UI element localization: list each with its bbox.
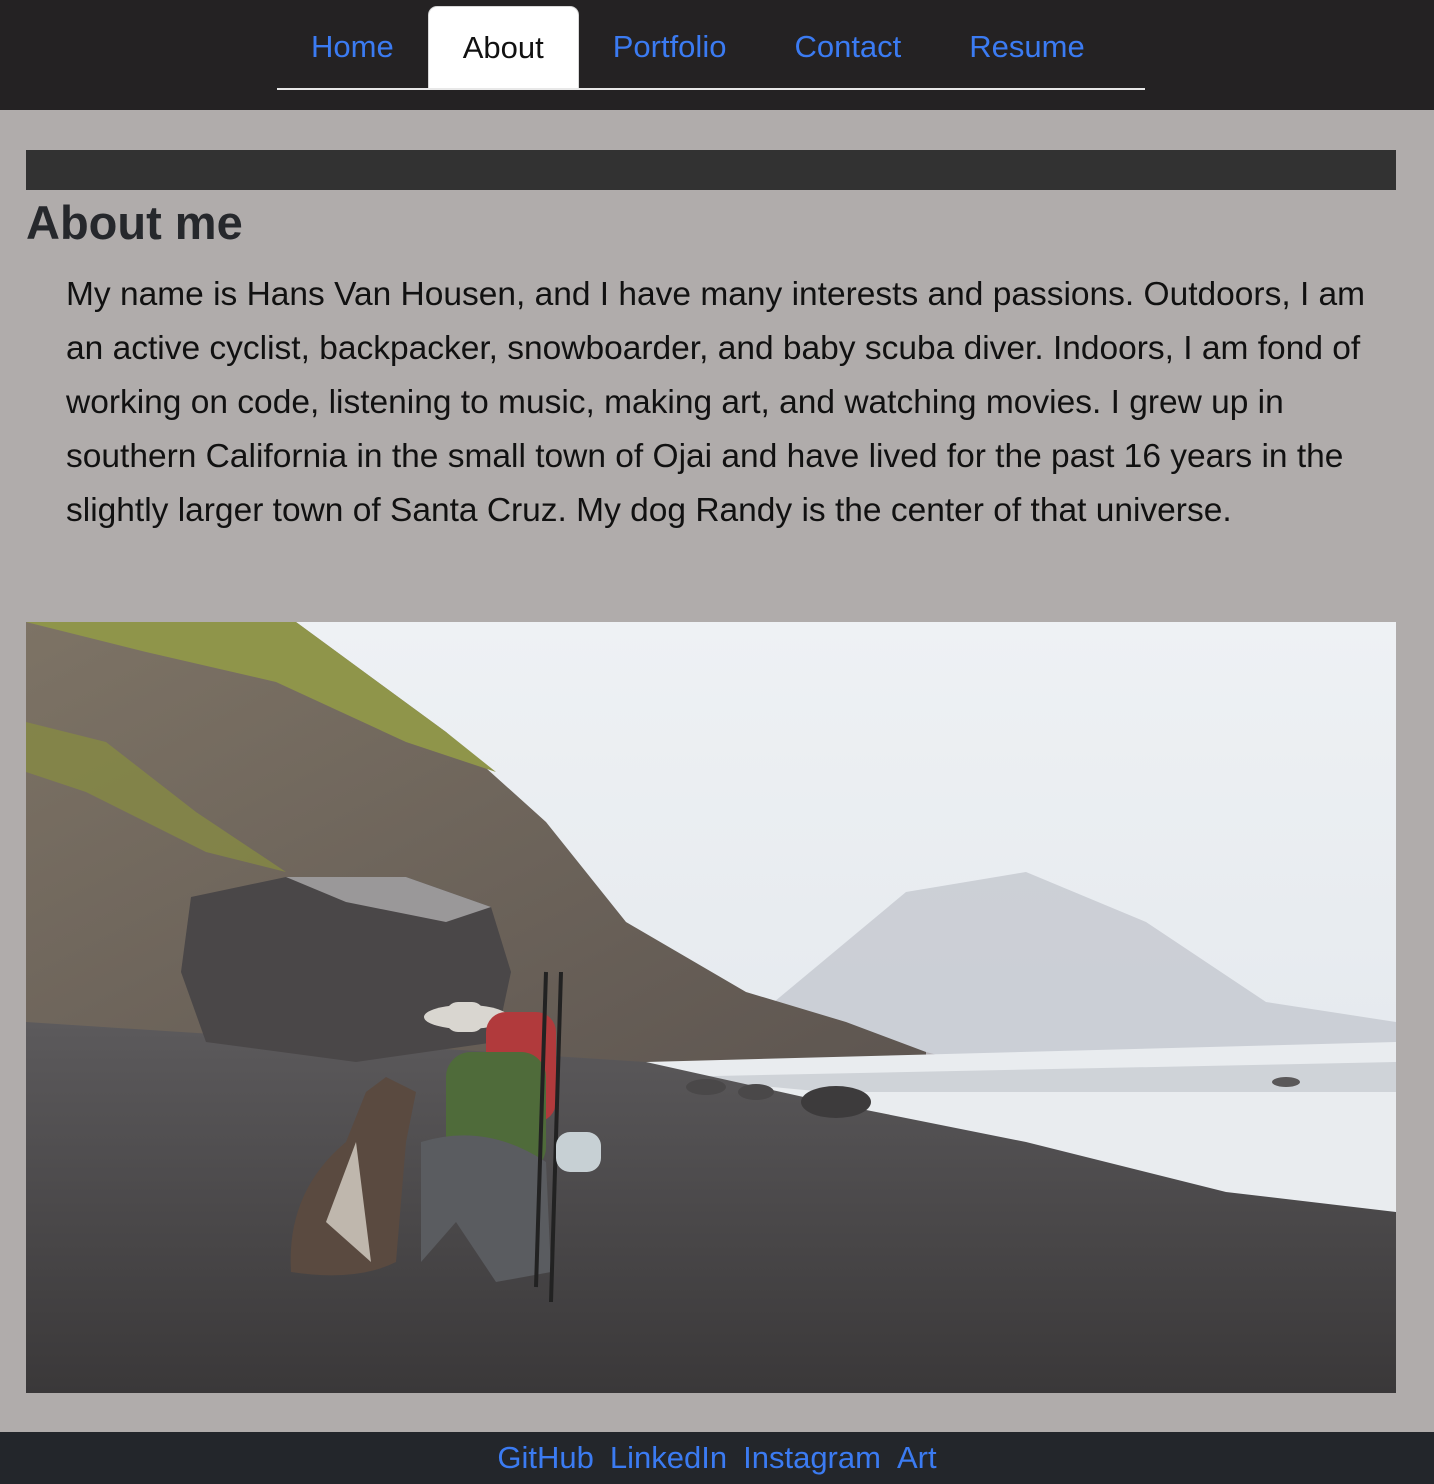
- footer-link-art[interactable]: Art: [897, 1440, 937, 1476]
- tab-resume[interactable]: Resume: [935, 6, 1118, 88]
- footer: GitHub LinkedIn Instagram Art: [0, 1432, 1434, 1484]
- footer-link-instagram[interactable]: Instagram: [743, 1440, 881, 1476]
- tab-contact[interactable]: Contact: [760, 6, 935, 88]
- bio-paragraph: My name is Hans Van Housen, and I have m…: [66, 276, 1366, 529]
- tab-home[interactable]: Home: [277, 6, 428, 88]
- section-banner: [26, 150, 1396, 190]
- nav-tabs: Home About Portfolio Contact Resume: [277, 6, 1145, 90]
- tab-portfolio[interactable]: Portfolio: [579, 6, 761, 88]
- page-title: About me: [26, 196, 243, 249]
- tab-about[interactable]: About: [427, 6, 579, 88]
- footer-link-github[interactable]: GitHub: [497, 1440, 593, 1476]
- footer-link-linkedin[interactable]: LinkedIn: [610, 1440, 727, 1476]
- top-navbar: Home About Portfolio Contact Resume: [0, 0, 1434, 110]
- hero-photo: [26, 622, 1396, 1393]
